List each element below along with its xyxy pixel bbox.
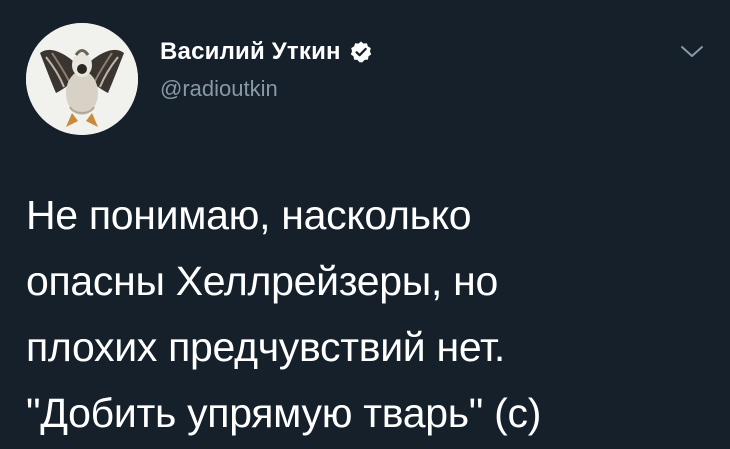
author-avatar[interactable]	[26, 23, 138, 135]
author-display-name[interactable]: Василий Уткин	[160, 38, 341, 66]
author-info: Василий Уткин @radioutkin	[160, 38, 373, 108]
author-name-row: Василий Уткин	[160, 38, 373, 66]
author-handle[interactable]: @radioutkin	[160, 76, 373, 102]
tweet-menu-button[interactable]	[676, 40, 708, 64]
chevron-down-icon	[681, 46, 703, 57]
avatar-goose-image	[26, 23, 138, 135]
verified-badge-icon	[350, 41, 371, 63]
tweet-text: Не понимаю, насколько опасны Хеллрейзеры…	[26, 182, 716, 446]
tweet-card: Василий Уткин @radioutkin Не понимаю, на…	[0, 0, 730, 449]
tweet-text-line: "Добить упрямую тварь" (с)	[26, 390, 542, 436]
tweet-text-line: плохих предчувствий нет.	[26, 324, 505, 370]
tweet-text-line: опасны Хеллрейзеры, но	[26, 258, 498, 304]
tweet-text-line: Не понимаю, насколько	[26, 192, 472, 238]
